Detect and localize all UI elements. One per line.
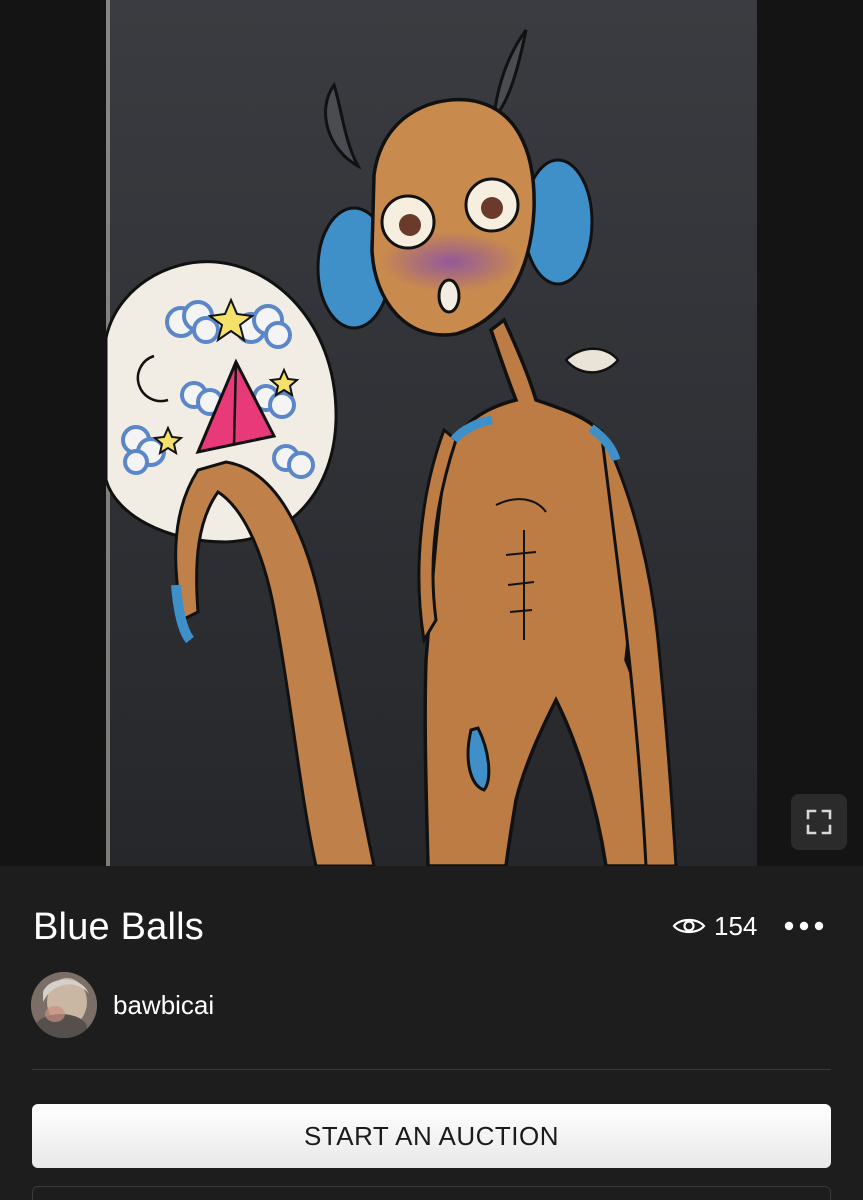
more-dots-icon bbox=[784, 921, 824, 931]
eye-icon bbox=[672, 918, 706, 934]
artwork-details: Blue Balls 154 bawbicai START AN AUCTION bbox=[0, 866, 863, 1200]
fullscreen-button[interactable] bbox=[791, 794, 847, 850]
creator-username: bawbicai bbox=[113, 989, 215, 1020]
artwork-viewer bbox=[0, 0, 863, 866]
start-auction-button[interactable]: START AN AUCTION bbox=[32, 1104, 831, 1168]
creator-link[interactable]: bawbicai bbox=[31, 972, 214, 1038]
more-options-button[interactable] bbox=[778, 910, 830, 942]
avatar bbox=[31, 972, 97, 1038]
divider bbox=[32, 1069, 831, 1070]
artwork-page: Blue Balls 154 bawbicai START AN AUCTION bbox=[0, 0, 863, 1200]
artwork-image[interactable] bbox=[106, 0, 757, 866]
view-count-value: 154 bbox=[714, 910, 758, 941]
fullscreen-icon bbox=[806, 809, 832, 835]
next-section-card bbox=[32, 1186, 831, 1200]
view-count: 154 bbox=[672, 910, 757, 942]
artwork-title: Blue Balls bbox=[33, 906, 204, 948]
